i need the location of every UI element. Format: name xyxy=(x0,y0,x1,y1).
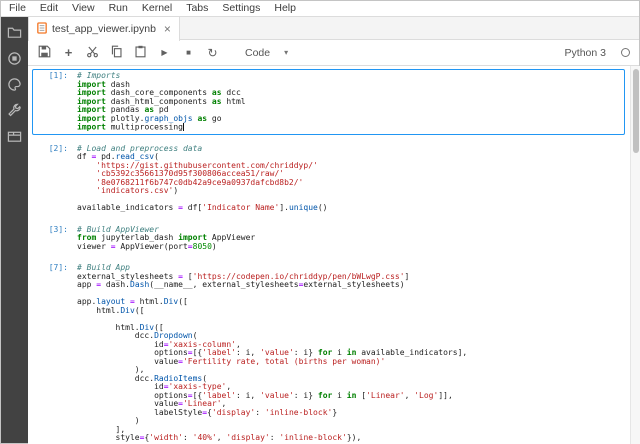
cell-editor[interactable]: # Load and preprocess datadf = pd.read_c… xyxy=(75,144,624,214)
insert-cell-button[interactable]: + xyxy=(61,45,76,60)
kernel-name[interactable]: Python 3 xyxy=(565,47,606,59)
tab-bar: test_app_viewer.ipynb × xyxy=(28,17,640,40)
cell-editor[interactable]: # Importsimport dashimport dash_core_com… xyxy=(75,71,624,133)
interrupt-kernel-button[interactable]: ■ xyxy=(181,45,196,60)
paste-icon xyxy=(134,45,147,61)
jupyterlab-window: FileEditViewRunKernelTabsSettingsHelp xyxy=(0,0,640,444)
code-line: ) xyxy=(77,417,622,426)
cell-prompt: [7]: xyxy=(33,263,75,444)
cell-tools-icon[interactable] xyxy=(7,103,22,118)
text-cursor xyxy=(183,123,184,131)
body-row: test_app_viewer.ipynb × + xyxy=(0,17,640,444)
cut-cells-button[interactable] xyxy=(85,45,100,60)
restart-icon: ↻ xyxy=(207,47,217,59)
copy-icon xyxy=(110,45,123,61)
menu-item-help[interactable]: Help xyxy=(267,2,303,14)
code-line: import multiprocessing xyxy=(77,123,622,132)
cell-type-value: Code xyxy=(245,47,270,59)
kernel-status-icon xyxy=(621,48,630,57)
main-area: test_app_viewer.ipynb × + xyxy=(28,17,640,444)
code-line: app = dash.Dash(__name__, external_style… xyxy=(77,281,622,290)
notebook-cell[interactable]: [2]:# Load and preprocess datadf = pd.re… xyxy=(32,142,625,216)
notebook-cell[interactable]: [3]:# Build AppViewerfrom jupyterlab_das… xyxy=(32,223,625,255)
scrollbar[interactable] xyxy=(630,66,640,444)
menu-item-settings[interactable]: Settings xyxy=(215,2,267,14)
menu-item-kernel[interactable]: Kernel xyxy=(135,2,179,14)
paste-cells-button[interactable] xyxy=(133,45,148,60)
code-line: 'indicators.csv') xyxy=(77,187,622,196)
code-line: viewer = AppViewer(port=8050) xyxy=(77,243,622,252)
run-button[interactable]: ▶ xyxy=(157,45,172,60)
menu-item-edit[interactable]: Edit xyxy=(33,2,65,14)
save-icon xyxy=(38,45,51,61)
left-sidebar xyxy=(0,17,28,444)
cut-icon xyxy=(86,45,99,61)
stop-icon: ■ xyxy=(186,49,191,57)
code-line: html.Div([ xyxy=(77,307,622,316)
code-line: app.layout = html.Div([ xyxy=(77,298,622,307)
copy-cells-button[interactable] xyxy=(109,45,124,60)
run-icon: ▶ xyxy=(161,49,167,57)
cell-editor[interactable]: # Build AppViewerfrom jupyterlab_dash im… xyxy=(75,225,624,253)
code-line: available_indicators = df['Indicator Nam… xyxy=(77,204,622,213)
code-line: labelStyle={'display': 'inline-block'} xyxy=(77,409,622,418)
command-palette-icon[interactable] xyxy=(7,77,22,92)
menu-item-tabs[interactable]: Tabs xyxy=(179,2,215,14)
notebook-cells: [1]:# Importsimport dashimport dash_core… xyxy=(28,66,630,444)
file-browser-icon[interactable] xyxy=(7,25,22,40)
menu-item-run[interactable]: Run xyxy=(102,2,135,14)
close-icon[interactable]: × xyxy=(161,23,171,35)
cell-prompt: [2]: xyxy=(33,144,75,214)
scrollbar-thumb[interactable] xyxy=(633,69,639,153)
code-line: # Imports xyxy=(77,72,622,81)
open-tabs-icon[interactable] xyxy=(7,129,22,144)
code-line: value='Fertility rate, total (births per… xyxy=(77,358,622,367)
notebook-icon xyxy=(37,22,47,37)
cell-editor[interactable]: # Build Appexternal_stylesheets = ['http… xyxy=(75,263,624,444)
tab-label: test_app_viewer.ipynb xyxy=(52,23,156,35)
notebook-toolbar: + ▶ ■ ↻ xyxy=(28,40,640,66)
notebook-panel: [1]:# Importsimport dashimport dash_core… xyxy=(28,66,640,444)
cell-prompt: [3]: xyxy=(33,225,75,253)
restart-kernel-button[interactable]: ↻ xyxy=(205,45,220,60)
notebook-cell[interactable]: [7]:# Build Appexternal_stylesheets = ['… xyxy=(32,261,625,444)
menu-bar: FileEditViewRunKernelTabsSettingsHelp xyxy=(0,0,640,17)
add-icon: + xyxy=(65,46,73,59)
tab-test-app-viewer[interactable]: test_app_viewer.ipynb × xyxy=(28,17,180,41)
menu-item-view[interactable]: View xyxy=(65,2,102,14)
menu-item-file[interactable]: File xyxy=(2,2,33,14)
save-button[interactable] xyxy=(37,45,52,60)
running-sessions-icon[interactable] xyxy=(7,51,22,66)
code-line: style={'width': '40%', 'display': 'inlin… xyxy=(77,434,622,443)
cell-prompt: [1]: xyxy=(33,71,75,133)
chevron-down-icon: ▾ xyxy=(284,48,288,57)
cell-type-dropdown[interactable]: Code ▾ xyxy=(245,47,288,59)
notebook-cell[interactable]: [1]:# Importsimport dashimport dash_core… xyxy=(32,69,625,135)
